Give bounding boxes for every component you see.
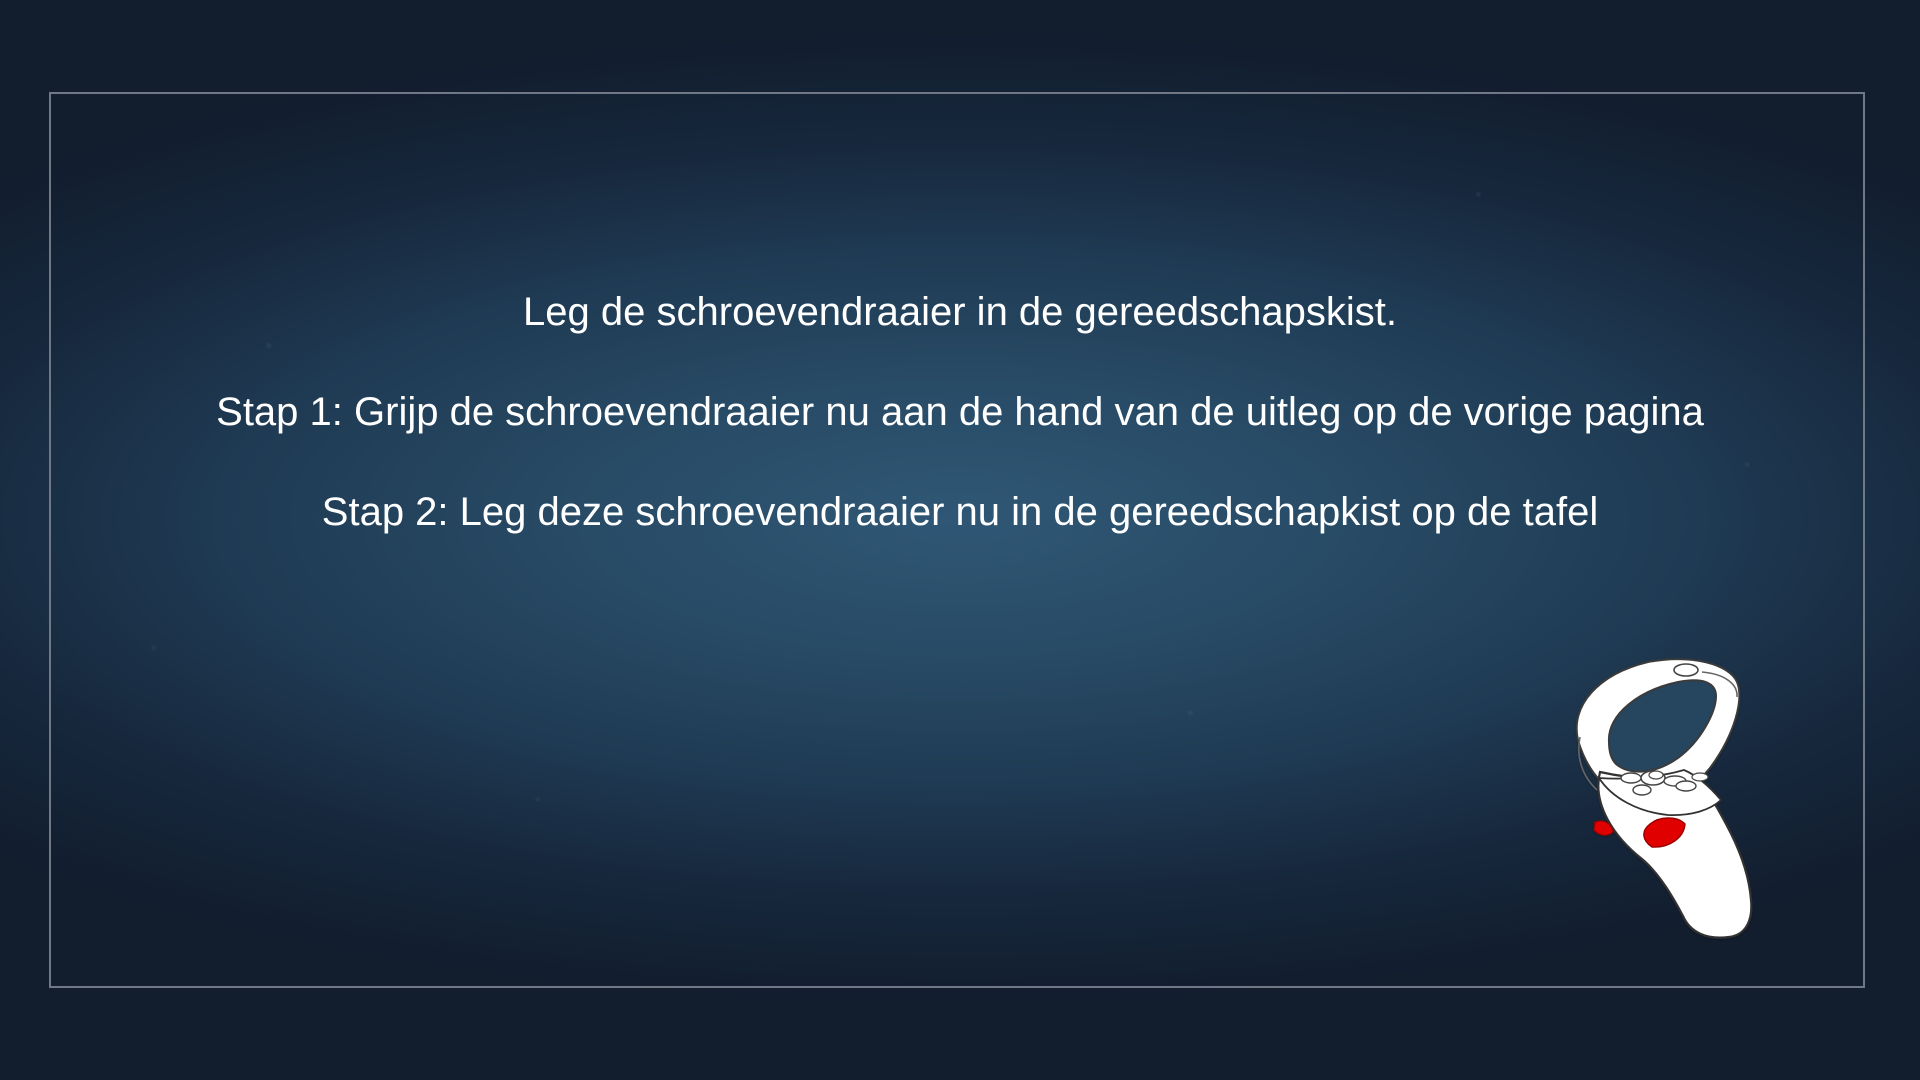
instruction-text-block: Leg de schroevendraaier in de gereedscha… (100, 287, 1820, 587)
instruction-step-1: Stap 1: Grijp de schroevendraaier nu aan… (216, 390, 1704, 434)
instruction-step-2: Stap 2: Leg deze schroevendraaier nu in … (321, 490, 1599, 534)
vr-controller-icon (1575, 658, 1753, 939)
instruction-heading: Leg de schroevendraaier in de gereedscha… (523, 290, 1397, 334)
